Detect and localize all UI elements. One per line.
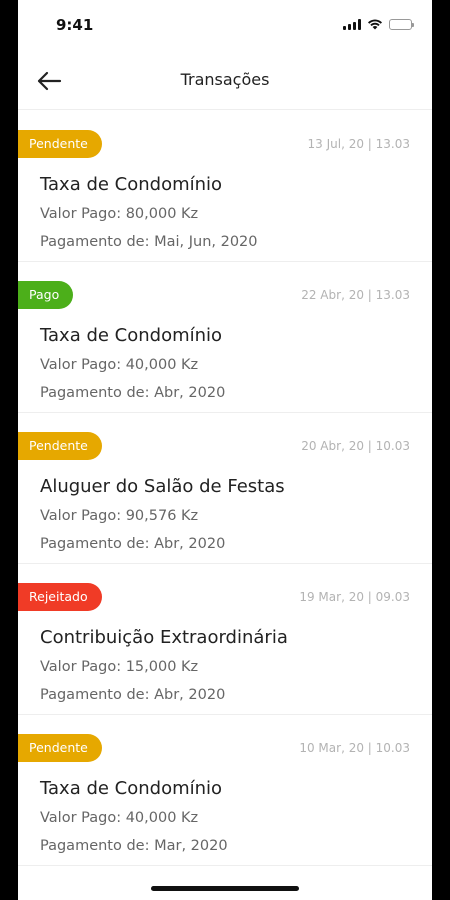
status-badge: Pago — [18, 281, 74, 309]
status-icons — [343, 18, 414, 30]
transaction-item[interactable]: Pendente 13 Jul, 20 | 13.03 Taxa de Cond… — [18, 111, 432, 262]
transaction-amount: Valor Pago: 80,000 Kz — [40, 206, 199, 222]
status-badge: Rejeitado — [18, 583, 102, 611]
transaction-amount: Valor Pago: 40,000 Kz — [40, 810, 199, 826]
transaction-period: Pagamento de: Abr, 2020 — [40, 687, 226, 703]
phone-screen: 9:41 Transações Pendente 13 Jul, 20 | 13… — [18, 0, 432, 900]
wifi-icon — [368, 19, 382, 30]
transaction-period: Pagamento de: Abr, 2020 — [40, 536, 226, 552]
transaction-date: 22 Abr, 20 | 13.03 — [301, 288, 410, 302]
transaction-amount: Valor Pago: 15,000 Kz — [40, 659, 199, 675]
page-title: Transações — [180, 70, 270, 89]
transaction-period: Pagamento de: Abr, 2020 — [40, 385, 226, 401]
nav-header: Transações — [18, 56, 432, 110]
status-badge: Pendente — [18, 432, 102, 460]
transaction-title: Taxa de Condomínio — [40, 778, 223, 799]
transaction-amount: Valor Pago: 40,000 Kz — [40, 357, 199, 373]
transaction-date: 20 Abr, 20 | 10.03 — [301, 439, 410, 453]
transaction-title: Taxa de Condomínio — [40, 325, 223, 346]
transaction-item[interactable]: Rejeitado 19 Mar, 20 | 09.03 Contribuiçã… — [18, 564, 432, 715]
transaction-list: Pendente 13 Jul, 20 | 13.03 Taxa de Cond… — [18, 111, 432, 866]
transaction-date: 19 Mar, 20 | 09.03 — [299, 590, 410, 604]
transaction-item[interactable]: Pendente 10 Mar, 20 | 10.03 Taxa de Cond… — [18, 715, 432, 866]
transaction-date: 13 Jul, 20 | 13.03 — [307, 137, 411, 151]
home-indicator — [151, 886, 299, 891]
status-badge: Pendente — [18, 130, 102, 158]
transaction-date: 10 Mar, 20 | 10.03 — [299, 741, 410, 755]
transaction-title: Aluguer do Salão de Festas — [40, 476, 285, 497]
transaction-period: Pagamento de: Mai, Jun, 2020 — [40, 234, 258, 250]
transaction-title: Contribuição Extraordinária — [40, 627, 288, 648]
status-bar: 9:41 — [18, 0, 432, 52]
transaction-item[interactable]: Pago 22 Abr, 20 | 13.03 Taxa de Condomín… — [18, 262, 432, 413]
transaction-amount: Valor Pago: 90,576 Kz — [40, 508, 199, 524]
status-time: 9:41 — [56, 16, 94, 34]
transaction-title: Taxa de Condomínio — [40, 174, 223, 195]
cellular-signal-icon — [343, 18, 361, 30]
status-badge: Pendente — [18, 734, 102, 762]
transaction-item[interactable]: Pendente 20 Abr, 20 | 10.03 Aluguer do S… — [18, 413, 432, 564]
transaction-period: Pagamento de: Mar, 2020 — [40, 838, 228, 854]
battery-icon — [389, 18, 414, 30]
